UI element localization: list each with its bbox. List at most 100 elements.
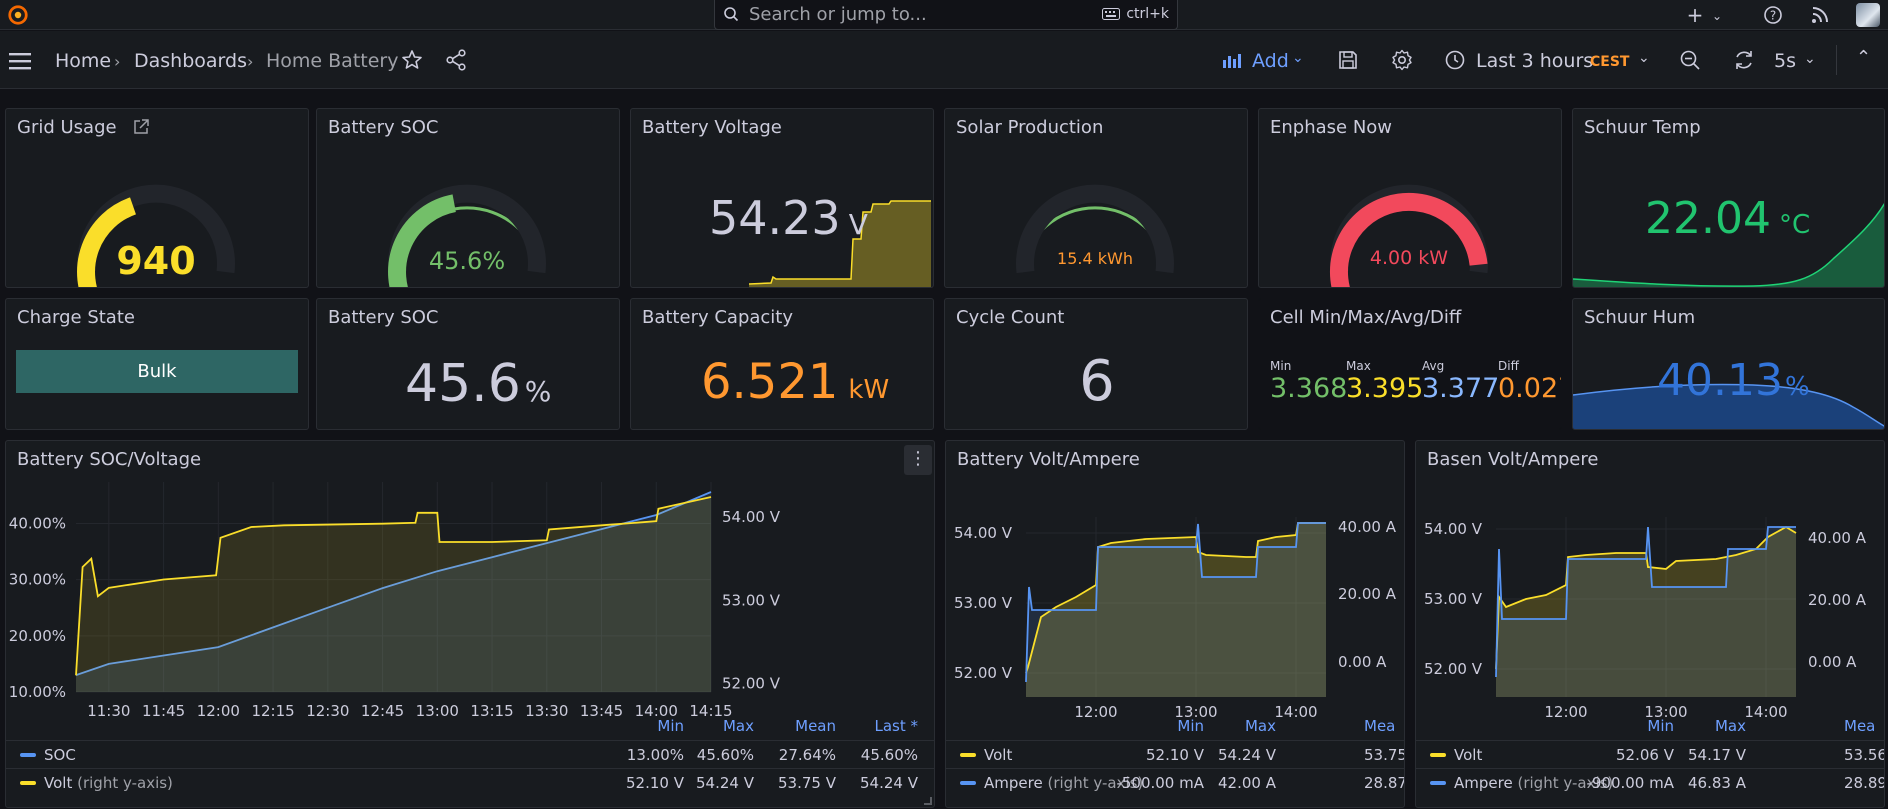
chart-battery-volt-ampere: 54.00 V 53.00 V 52.00 V 40.00 A 20.00 A … xyxy=(954,517,1397,721)
avatar[interactable] xyxy=(1856,3,1880,27)
panel-grid-usage[interactable]: Grid Usage 940 xyxy=(5,108,309,288)
star-icon[interactable] xyxy=(400,48,424,72)
chevron-down-icon[interactable]: ⌄ xyxy=(1804,51,1816,67)
panel-menu-icon[interactable]: ⋮ xyxy=(904,445,932,475)
legend-header-min[interactable]: Min xyxy=(1647,717,1674,735)
panel-basen-volt-ampere[interactable]: Basen Volt/Ampere 54.00 V 53.00 V 52.00 … xyxy=(1415,440,1885,808)
legend-header-mean[interactable]: Mean xyxy=(795,717,836,735)
legend-min: -900.00 mA xyxy=(1586,774,1674,792)
legend-header-min[interactable]: Min xyxy=(1177,717,1204,735)
stat-value: 54.23 xyxy=(709,191,841,245)
legend-last: 45.60% xyxy=(860,746,918,764)
panel-enphase-now[interactable]: Enphase Now 4.00 kW xyxy=(1258,108,1562,288)
gauge-enphase-now: 4.00 kW xyxy=(1330,184,1488,287)
collapse-up-icon[interactable]: ⌃ xyxy=(1856,47,1871,68)
panel-solar-production[interactable]: Solar Production 15.4 kWh xyxy=(944,108,1248,288)
chevron-down-icon[interactable]: ⌄ xyxy=(1706,5,1728,27)
legend-header-max[interactable]: Max xyxy=(1245,717,1276,735)
search-placeholder: Search or jump to... xyxy=(749,4,927,25)
legend-series-sub: (right y-axis) xyxy=(77,774,173,792)
legend-series-label: Ampere xyxy=(984,774,1043,792)
panel-title: Enphase Now xyxy=(1270,117,1393,138)
legend-min: 13.00% xyxy=(626,746,684,764)
legend-swatch xyxy=(960,781,976,785)
external-link-icon[interactable] xyxy=(132,118,150,136)
x-tick-label: 13:00 xyxy=(416,702,459,720)
resize-handle[interactable] xyxy=(924,797,932,805)
plus-icon[interactable]: + xyxy=(1684,4,1706,26)
legend-header-mean[interactable]: Mea xyxy=(1844,717,1875,735)
legend-row-ampere[interactable]: Ampere (right y-axis) -900.00 mA 46.83 A… xyxy=(1416,768,1884,796)
y-left-tick: 54.00 V xyxy=(954,524,1013,542)
legend-swatch xyxy=(960,753,976,757)
gauge-value: 940 xyxy=(116,239,195,283)
panel-battery-soc-stat[interactable]: Battery SOC 45.6% xyxy=(316,298,620,430)
legend-last: 54.24 V xyxy=(860,774,918,792)
menu-icon[interactable] xyxy=(8,49,32,73)
panel-title: Battery Capacity xyxy=(642,307,794,328)
panel-schuur-hum[interactable]: Schuur Hum 40.13% xyxy=(1572,298,1885,430)
rss-icon[interactable] xyxy=(1810,5,1830,25)
cell-max-value: 3.395 xyxy=(1346,373,1424,404)
panel-battery-volt-ampere[interactable]: Battery Volt/Ampere 54.00 V 53.00 V 52.0… xyxy=(945,440,1405,808)
legend-swatch xyxy=(20,781,36,785)
panel-battery-capacity[interactable]: Battery Capacity 6.521 kW xyxy=(630,298,934,430)
x-tick-label: 12:00 xyxy=(197,702,240,720)
legend-header-max[interactable]: Max xyxy=(1715,717,1746,735)
stat-value: 6.521 xyxy=(701,354,839,410)
panel-schuur-temp[interactable]: Schuur Temp 22.04 °C xyxy=(1572,108,1885,288)
time-range-picker[interactable]: Last 3 hours CEST ⌄ xyxy=(1444,45,1654,75)
y-left-tick-label: 10.00% xyxy=(9,683,66,701)
legend-header-last[interactable]: Last * xyxy=(874,717,918,735)
chevron-down-icon: ⌄ xyxy=(1638,50,1650,66)
settings-gear-icon[interactable] xyxy=(1390,48,1414,72)
legend-max: 54.24 V xyxy=(1218,746,1276,764)
legend-row-volt[interactable]: Volt 52.06 V 54.17 V 53.56 xyxy=(1416,740,1884,768)
breadcrumb-separator: › xyxy=(247,52,254,71)
add-button[interactable]: Add ⌄ xyxy=(1222,45,1306,75)
zoom-out-icon[interactable] xyxy=(1678,48,1702,72)
legend-row-ampere[interactable]: Ampere (right y-axis) -500.00 mA 42.00 A… xyxy=(946,768,1404,796)
legend-mean: 53.75 V xyxy=(778,774,836,792)
cell-diff-label: Diff xyxy=(1498,359,1519,373)
breadcrumb-home[interactable]: Home xyxy=(55,50,111,72)
series-area-volt xyxy=(76,497,711,692)
legend-row-soc[interactable]: SOC 13.00% 45.60% 27.64% 45.60% xyxy=(6,740,934,768)
refresh-interval[interactable]: 5s xyxy=(1774,50,1796,72)
legend-header-min[interactable]: Min xyxy=(657,717,684,735)
legend-header-max[interactable]: Max xyxy=(723,717,754,735)
panel-cell-stats[interactable]: Cell Min/Max/Avg/Diff Min 3.368 Max 3.39… xyxy=(1258,298,1562,430)
cell-min-label: Min xyxy=(1270,359,1292,373)
refresh-icon[interactable] xyxy=(1732,48,1756,72)
add-label: Add xyxy=(1252,50,1289,72)
search-input[interactable]: Search or jump to... ctrl+k xyxy=(714,0,1178,30)
legend-row-volt[interactable]: Volt 52.10 V 54.24 V 53.75 xyxy=(946,740,1404,768)
legend-swatch xyxy=(1430,753,1446,757)
panel-battery-soc-gauge[interactable]: Battery SOC 45.6% xyxy=(316,108,620,288)
save-icon[interactable] xyxy=(1336,48,1360,72)
legend-mean: 53.56 xyxy=(1844,746,1885,764)
gauge-battery-soc: 45.6% xyxy=(388,184,546,287)
panel-battery-voltage[interactable]: Battery Voltage 54.23 V xyxy=(630,108,934,288)
help-icon[interactable]: ? xyxy=(1762,4,1784,26)
legend-row-volt[interactable]: Volt (right y-axis) 52.10 V 54.24 V 53.7… xyxy=(6,768,934,796)
chart-basen-volt-ampere: 54.00 V 53.00 V 52.00 V 40.00 A 20.00 A … xyxy=(1424,517,1867,721)
panel-cycle-count[interactable]: Cycle Count 6 xyxy=(944,298,1248,430)
panel-battery-soc-voltage[interactable]: Battery SOC/Voltage ⋮ 11:30 11:45 12:00 12:… xyxy=(5,440,935,808)
breadcrumb-dashboards[interactable]: Dashboards xyxy=(134,50,247,72)
shortcut-hint: ctrl+k xyxy=(1102,6,1169,22)
legend-series-label: Ampere xyxy=(1454,774,1513,792)
shortcut-text: ctrl+k xyxy=(1126,6,1169,22)
legend-max: 54.24 V xyxy=(696,774,754,792)
panel-title: Battery SOC xyxy=(328,307,439,328)
share-icon[interactable] xyxy=(444,48,468,72)
y-left-tick-label: 40.00% xyxy=(9,514,66,532)
legend-header-mean[interactable]: Mea xyxy=(1364,717,1395,735)
y-right-tick-label: 52.00 V xyxy=(722,675,781,693)
y-right-tick-label: 53.00 V xyxy=(722,591,781,609)
grafana-logo-icon[interactable] xyxy=(6,4,30,26)
y-left-tick: 52.00 V xyxy=(954,664,1013,682)
gauge-value: 15.4 kWh xyxy=(1057,249,1133,268)
panel-charge-state[interactable]: Charge State Bulk xyxy=(5,298,309,430)
timezone-label: CEST xyxy=(1590,54,1630,70)
